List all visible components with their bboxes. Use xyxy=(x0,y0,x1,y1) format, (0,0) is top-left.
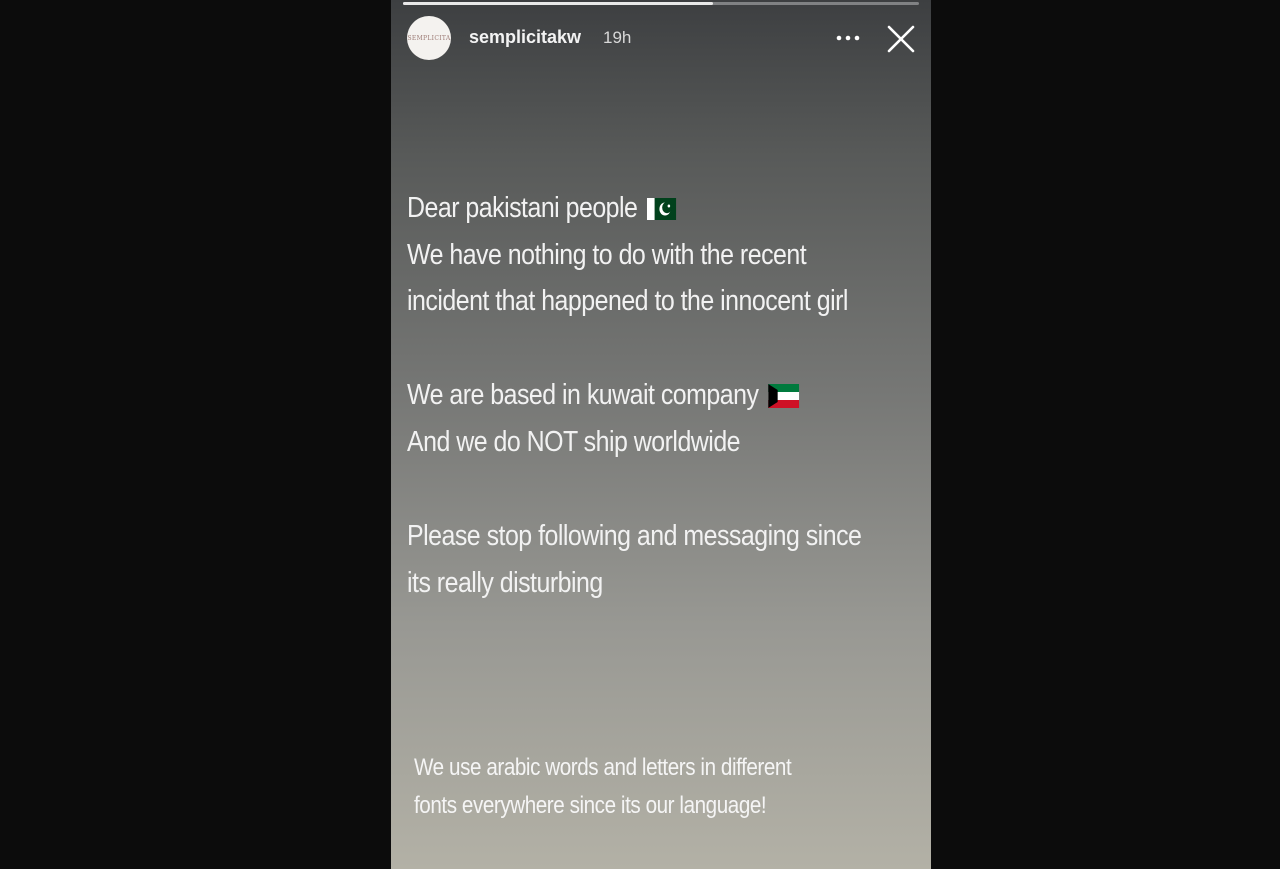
footnote-line: We use arabic words and letters in diffe… xyxy=(414,754,792,781)
message-line: We have nothing to do with the recent xyxy=(407,239,807,271)
story-viewer[interactable]: SEMPLICITA semplicitakw 19h Dear pakista… xyxy=(391,0,931,869)
message-line: its really disturbing xyxy=(407,567,603,599)
footnote-line: fonts everywhere since its our language! xyxy=(414,792,767,819)
close-icon[interactable] xyxy=(886,24,916,54)
timestamp: 19h xyxy=(603,28,632,47)
message-text: We are based in kuwait company xyxy=(407,379,759,411)
story-progress-bar xyxy=(403,2,919,5)
pakistan-flag-icon xyxy=(647,198,677,221)
kuwait-flag-icon xyxy=(768,384,800,409)
message-text: Dear pakistani people xyxy=(407,192,638,224)
more-options-icon[interactable] xyxy=(833,28,863,48)
username[interactable]: semplicitakw xyxy=(469,27,581,48)
message-line: Please stop following and messaging sinc… xyxy=(407,520,862,552)
avatar-logo-text: SEMPLICITA xyxy=(407,34,451,42)
message-line: Dear pakistani people xyxy=(407,192,677,225)
avatar[interactable]: SEMPLICITA xyxy=(407,16,451,60)
message-line: We are based in kuwait company xyxy=(407,379,800,412)
message-line: incident that happened to the innocent g… xyxy=(407,285,848,317)
message-line: And we do NOT ship worldwide xyxy=(407,426,741,458)
story-progress-fill xyxy=(403,2,713,5)
